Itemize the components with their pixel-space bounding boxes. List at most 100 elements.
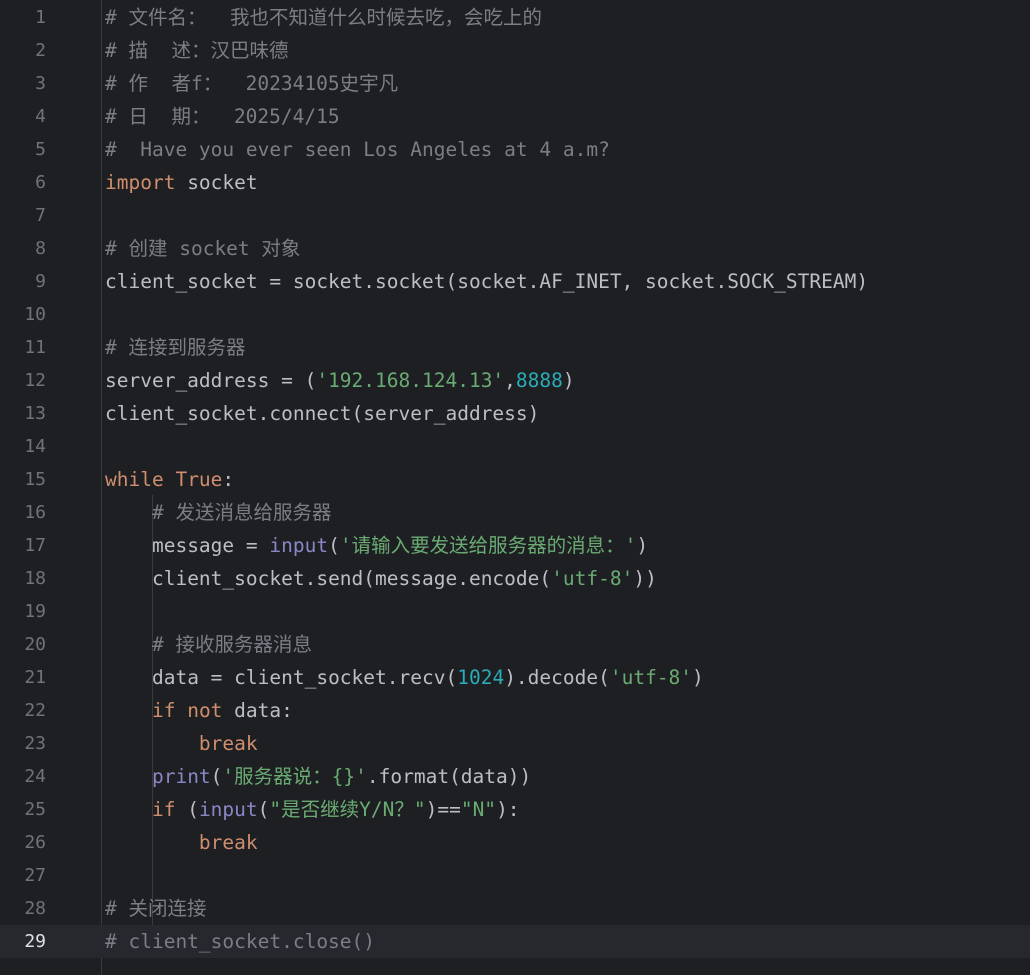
code-line[interactable]: 15 while True: [0,463,1030,496]
code-line[interactable]: 11 # 连接到服务器 [0,331,1030,364]
code-text[interactable]: print('服务器说：{}'.format(data)) [105,760,531,793]
token-string: 'utf-8' [609,666,693,689]
code-text[interactable]: break [105,826,258,859]
token-comment: # 文件名： 我也不知道什么时候去吃，会吃上的 [105,6,542,29]
token-comment: # 创建 socket 对象 [105,237,301,260]
code-line[interactable]: 17 message = input('请输入要发送给服务器的消息：') [0,529,1030,562]
code-text[interactable]: break [105,727,258,760]
code-text[interactable]: # Have you ever seen Los Angeles at 4 a.… [105,133,610,166]
code-text[interactable]: # client_socket.close() [105,925,375,958]
token-string: '192.168.124.13' [316,369,505,392]
line-number: 12 [24,370,46,391]
code-text[interactable]: # 作 者f： 20234105史宇凡 [105,67,398,100]
code-line[interactable]: 8 # 创建 socket 对象 [0,232,1030,265]
line-number: 10 [24,304,46,325]
token-plain: socket [175,171,258,194]
code-line[interactable]: 3 # 作 者f： 20234105史宇凡 [0,67,1030,100]
line-number: 3 [35,73,46,94]
code-text[interactable]: # 日 期： 2025/4/15 [105,100,340,133]
code-line[interactable]: 26 break [0,826,1030,859]
code-line[interactable]: 28 # 关闭连接 [0,892,1030,925]
code-line[interactable]: 1 # 文件名： 我也不知道什么时候去吃，会吃上的 [0,1,1030,34]
code-text[interactable]: while True: [105,463,234,496]
code-editor[interactable]: 1 # 文件名： 我也不知道什么时候去吃，会吃上的 2 # 描 述：汉巴味德 3 # 作 … [0,0,1030,975]
code-text[interactable]: server_address = ('192.168.124.13',8888) [105,364,575,397]
line-number: 23 [24,733,46,754]
token-string: "是否继续Y/N？" [269,798,426,821]
code-line[interactable]: 25 if (input("是否继续Y/N？")=="N"): [0,793,1030,826]
code-line[interactable]: 6 import socket [0,166,1030,199]
token-plain: ( [175,798,199,821]
token-plain: data = client_socket.recv( [151,666,458,689]
code-line[interactable]: 18 client_socket.send(message.encode('ut… [0,562,1030,595]
code-line[interactable]: 23 break [0,727,1030,760]
token-plain: message = [151,534,270,557]
code-line[interactable]: 14 [0,430,1030,463]
token-string: '服务器说：{}' [222,765,367,788]
code-text[interactable]: # 关闭连接 [105,892,206,925]
code-line[interactable]: 13 client_socket.connect(server_address) [0,397,1030,430]
line-number: 20 [24,634,46,655]
code-text[interactable]: # 创建 socket 对象 [105,232,300,265]
code-line[interactable]: 21 data = client_socket.recv(1024).decod… [0,661,1030,694]
code-text[interactable]: # 描 述：汉巴味德 [105,34,288,67]
token-keyword: if [151,699,176,722]
code-line[interactable]: 22 if not data: [0,694,1030,727]
line-number: 17 [24,535,46,556]
token-comment: # Have you ever seen Los Angeles at 4 a.… [105,138,610,161]
token-plain: : [222,468,235,491]
line-number: 26 [24,832,46,853]
code-text[interactable]: # 连接到服务器 [105,331,245,364]
code-lines: 1 # 文件名： 我也不知道什么时候去吃，会吃上的 2 # 描 述：汉巴味德 3 # 作 … [0,1,1030,958]
code-text[interactable]: message = input('请输入要发送给服务器的消息：') [105,529,648,562]
code-line[interactable]: 24 print('服务器说：{}'.format(data)) [0,760,1030,793]
code-text[interactable]: client_socket = socket.socket(socket.AF_… [105,265,868,298]
token-comment: # 连接到服务器 [105,336,246,359]
line-number: 6 [35,172,46,193]
line-number: 11 [24,337,46,358]
token-plain: ( [210,765,223,788]
token-comment: # 发送消息给服务器 [151,501,332,524]
token-keyword: while [105,468,164,491]
code-text[interactable]: # 接收服务器消息 [105,628,312,661]
code-line[interactable]: 2 # 描 述：汉巴味德 [0,34,1030,67]
code-text[interactable]: data = client_socket.recv(1024).decode('… [105,661,704,694]
code-text[interactable]: # 发送消息给服务器 [105,496,331,529]
token-plain: ( [328,534,340,557]
token-plain: server_address = ( [105,369,317,392]
token-plain: ( [257,798,270,821]
line-number: 19 [24,601,46,622]
code-line[interactable]: 20 # 接收服务器消息 [0,628,1030,661]
token-plain: client_socket.send(message.encode( [151,567,552,590]
token-comment: # 日 期： 2025/4/15 [105,105,340,128]
code-line[interactable]: 16 # 发送消息给服务器 [0,496,1030,529]
line-number: 22 [24,700,46,721]
code-line[interactable]: 5 # Have you ever seen Los Angeles at 4 a… [0,133,1030,166]
code-line[interactable]: 7 [0,199,1030,232]
code-line[interactable]: 9 client_socket = socket.socket(socket.AF… [0,265,1030,298]
token-keyword: break [198,831,258,854]
code-line[interactable]: 29 # client_socket.close() [0,925,1030,958]
code-line[interactable]: 12 server_address = ('192.168.124.13',888… [0,364,1030,397]
code-text[interactable]: if (input("是否继续Y/N？")=="N"): [105,793,520,826]
code-line[interactable]: 4 # 日 期： 2025/4/15 [0,100,1030,133]
token-builtin: input [198,798,258,821]
token-plain: ).decode( [504,666,610,689]
code-text[interactable]: client_socket.send(message.encode('utf-8… [105,562,657,595]
code-line[interactable]: 27 [0,859,1030,892]
code-line[interactable]: 19 [0,595,1030,628]
code-text[interactable]: if not data: [105,694,293,727]
code-line[interactable]: 10 [0,298,1030,331]
code-text[interactable]: # 文件名： 我也不知道什么时候去吃，会吃上的 [105,1,542,34]
code-text[interactable]: import socket [105,166,258,199]
code-text[interactable]: client_socket.connect(server_address) [105,397,539,430]
